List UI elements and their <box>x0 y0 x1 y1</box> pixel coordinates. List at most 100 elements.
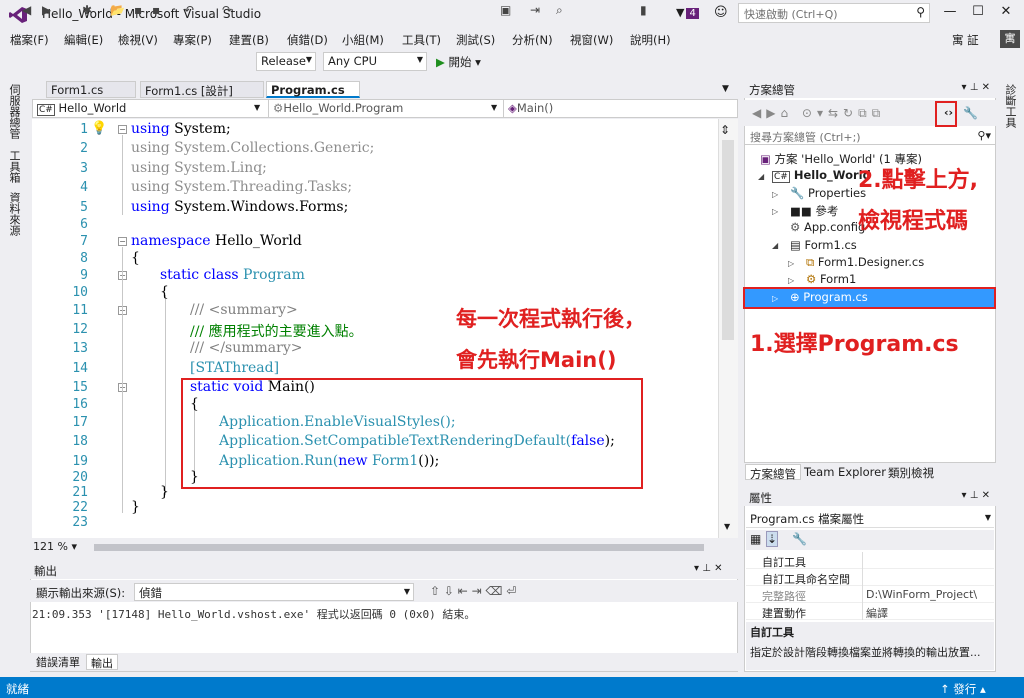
scroll-down-icon[interactable]: ▼ <box>724 522 730 531</box>
bookmark-icon[interactable]: ▮ <box>640 3 647 17</box>
split-icon[interactable]: ⇕ <box>720 123 730 137</box>
categorized-icon[interactable]: ▦ <box>750 532 761 546</box>
tree-node-properties[interactable]: 🔧 Properties <box>790 186 866 200</box>
save-all-icon[interactable]: ▪ <box>152 3 160 17</box>
tree-node-form1-cs[interactable]: ▤ Form1.cs <box>790 238 857 252</box>
solution-toolbar-icons[interactable]: ◀▶⌂ ⊙▾⇆↻⧉⧉ <box>752 106 885 121</box>
user-name[interactable]: 寓 証 <box>952 32 979 48</box>
panel-controls[interactable]: ▾ ⊥ ✕ <box>962 82 990 93</box>
collapse-arrow-icon[interactable]: ▷ <box>772 207 778 216</box>
properties-object-select[interactable]: Program.cs 檔案屬性 ▼ <box>746 509 994 528</box>
tree-node-form1-class[interactable]: ⚙ Form1 <box>806 272 856 286</box>
start-button[interactable]: ▶ 開始 ▾ <box>436 54 481 70</box>
code-line: using System.Windows.Forms; <box>131 199 349 215</box>
property-row[interactable]: 自訂工具 <box>746 552 994 569</box>
scrollbar-thumb[interactable] <box>722 140 734 340</box>
notification-badge: 4 <box>686 8 699 19</box>
menu-view[interactable]: 檢視(V) <box>118 32 158 48</box>
toolbar-step-icon[interactable]: ⇥ <box>530 3 540 17</box>
server-explorer-tab[interactable]: 伺服器總管 <box>8 84 22 139</box>
menu-test[interactable]: 測試(S) <box>456 32 495 48</box>
panel-controls[interactable]: ▾ ⊥ ✕ <box>962 490 990 501</box>
avatar[interactable]: 寓 <box>1000 30 1020 48</box>
tab-solution-explorer[interactable]: 方案總管 <box>745 464 801 481</box>
alphabetical-icon[interactable]: ⇣ <box>766 531 779 547</box>
line-number: 19 <box>72 454 88 469</box>
menu-tools[interactable]: 工具(T) <box>402 32 441 48</box>
toolbar-find-icon[interactable]: ⌕ <box>556 3 563 18</box>
redo-icon[interactable]: ↷ <box>222 3 232 17</box>
data-sources-tab[interactable]: 資料來源 <box>8 192 22 236</box>
platform-select[interactable]: Any CPU ▼ <box>323 52 427 71</box>
tab-class-view[interactable]: 類別檢視 <box>884 464 938 480</box>
fold-toggle[interactable]: − <box>118 125 127 134</box>
zoom-level[interactable]: 121 % ▾ <box>33 540 77 553</box>
tree-node-app-config[interactable]: ⚙ App.config <box>790 220 865 234</box>
diagnostic-tools-tab[interactable]: 診斷工具 <box>1004 84 1018 128</box>
property-row[interactable]: 自訂工具命名空間 <box>746 569 994 586</box>
quick-launch-input[interactable]: 快速啟動 (Ctrl+Q) ⚲ <box>738 3 930 23</box>
menu-help[interactable]: 說明(H) <box>630 32 671 48</box>
notification-flag[interactable]: ▼ 4 <box>676 6 699 19</box>
code-line: using System.Collections.Generic; <box>131 140 375 156</box>
close-button[interactable]: ✕ <box>996 4 1016 19</box>
project-dropdown[interactable]: C# Hello_World <box>33 100 263 117</box>
tab-form1-designer[interactable]: Form1.cs [設計] <box>140 81 264 98</box>
horizontal-scrollbar-thumb[interactable] <box>94 544 704 551</box>
divider <box>862 586 863 603</box>
menu-debug[interactable]: 偵錯(D) <box>287 32 328 48</box>
expand-arrow-icon[interactable]: ◢ <box>758 172 764 181</box>
output-source-select[interactable]: 偵錯 ▼ <box>134 583 414 601</box>
feedback-icon[interactable]: ☺ <box>714 5 728 20</box>
property-pages-icon[interactable]: 🔧 <box>792 532 807 546</box>
menu-analyze[interactable]: 分析(N) <box>512 32 553 48</box>
maximize-button[interactable]: ☐ <box>968 4 988 19</box>
property-row[interactable]: 建置動作 編譯 <box>746 603 994 620</box>
tab-output[interactable]: 輸出 <box>86 654 118 670</box>
collapse-arrow-icon[interactable]: ▷ <box>772 190 778 199</box>
wrench-icon[interactable]: 🔧 <box>963 106 978 120</box>
tree-node-references[interactable]: ■■ 參考 <box>790 203 838 219</box>
menu-edit[interactable]: 編輯(E) <box>64 32 103 48</box>
new-project-icon[interactable]: ✱ <box>82 3 92 17</box>
undo-icon[interactable]: ↶ <box>184 3 194 17</box>
publish-button[interactable]: ↑ 發行 ▴ <box>940 681 986 697</box>
save-icon[interactable]: ▪ <box>134 3 142 17</box>
toolbox-tab[interactable]: 工具箱 <box>8 150 22 183</box>
tab-form1-cs[interactable]: Form1.cs <box>46 81 136 98</box>
tab-program-cs[interactable]: Program.cs ✕ <box>266 81 360 111</box>
menu-file[interactable]: 檔案(F) <box>10 32 49 48</box>
forward-icon[interactable]: ▶ <box>42 3 51 17</box>
tree-node-form1-designer[interactable]: ⧉ Form1.Designer.cs <box>806 255 924 270</box>
toolbar-tool-icon[interactable]: ▣ <box>500 3 511 17</box>
code-line: [STAThread] <box>190 360 280 376</box>
tab-team-explorer[interactable]: Team Explorer <box>800 464 890 480</box>
fold-toggle[interactable]: − <box>118 237 127 246</box>
back-icon[interactable]: ◀ <box>22 3 31 17</box>
csharp-project-icon: C# <box>772 171 790 183</box>
lightbulb-icon[interactable]: 💡 <box>91 121 107 136</box>
menu-team[interactable]: 小組(M) <box>342 32 384 48</box>
output-toolbar-icons[interactable]: ⇧ ⇩ ⇤ ⇥ ⌫ ⏎ <box>430 584 516 598</box>
class-dropdown[interactable]: ⚙Hello_World.Program <box>268 100 501 117</box>
tab-overflow-icon[interactable]: ▼ <box>722 84 729 94</box>
class-icon: ⚙ <box>806 272 817 286</box>
collapse-arrow-icon[interactable]: ▷ <box>788 259 794 268</box>
line-number: 5 <box>80 200 88 215</box>
menu-bar: 檔案(F) 編輯(E) 檢視(V) 專案(P) 建置(B) 偵錯(D) 小組(M… <box>0 30 1024 50</box>
configuration-select[interactable]: Release ▼ <box>256 52 316 71</box>
collapse-arrow-icon[interactable]: ▷ <box>788 276 794 285</box>
output-window-controls[interactable]: ▾ ⊥ ✕ <box>694 563 722 574</box>
menu-project[interactable]: 專案(P) <box>173 32 212 48</box>
open-file-icon[interactable]: 📂 <box>110 3 125 17</box>
menu-window[interactable]: 視窗(W) <box>570 32 613 48</box>
expand-arrow-icon[interactable]: ◢ <box>772 241 778 250</box>
menu-build[interactable]: 建置(B) <box>229 32 269 48</box>
tab-error-list[interactable]: 錯誤清單 <box>32 654 84 670</box>
minimize-button[interactable]: — <box>940 4 960 19</box>
tree-node-project[interactable]: C# Hello_World <box>772 168 871 183</box>
designer-file-icon: ⧉ <box>806 255 815 269</box>
property-row[interactable]: 完整路徑 D:\WinForm_Project\ <box>746 586 994 603</box>
member-dropdown[interactable]: ◈Main() <box>503 100 737 117</box>
solution-search-input[interactable]: 搜尋方案總管 (Ctrl+;) ⚲▾ <box>745 127 995 145</box>
